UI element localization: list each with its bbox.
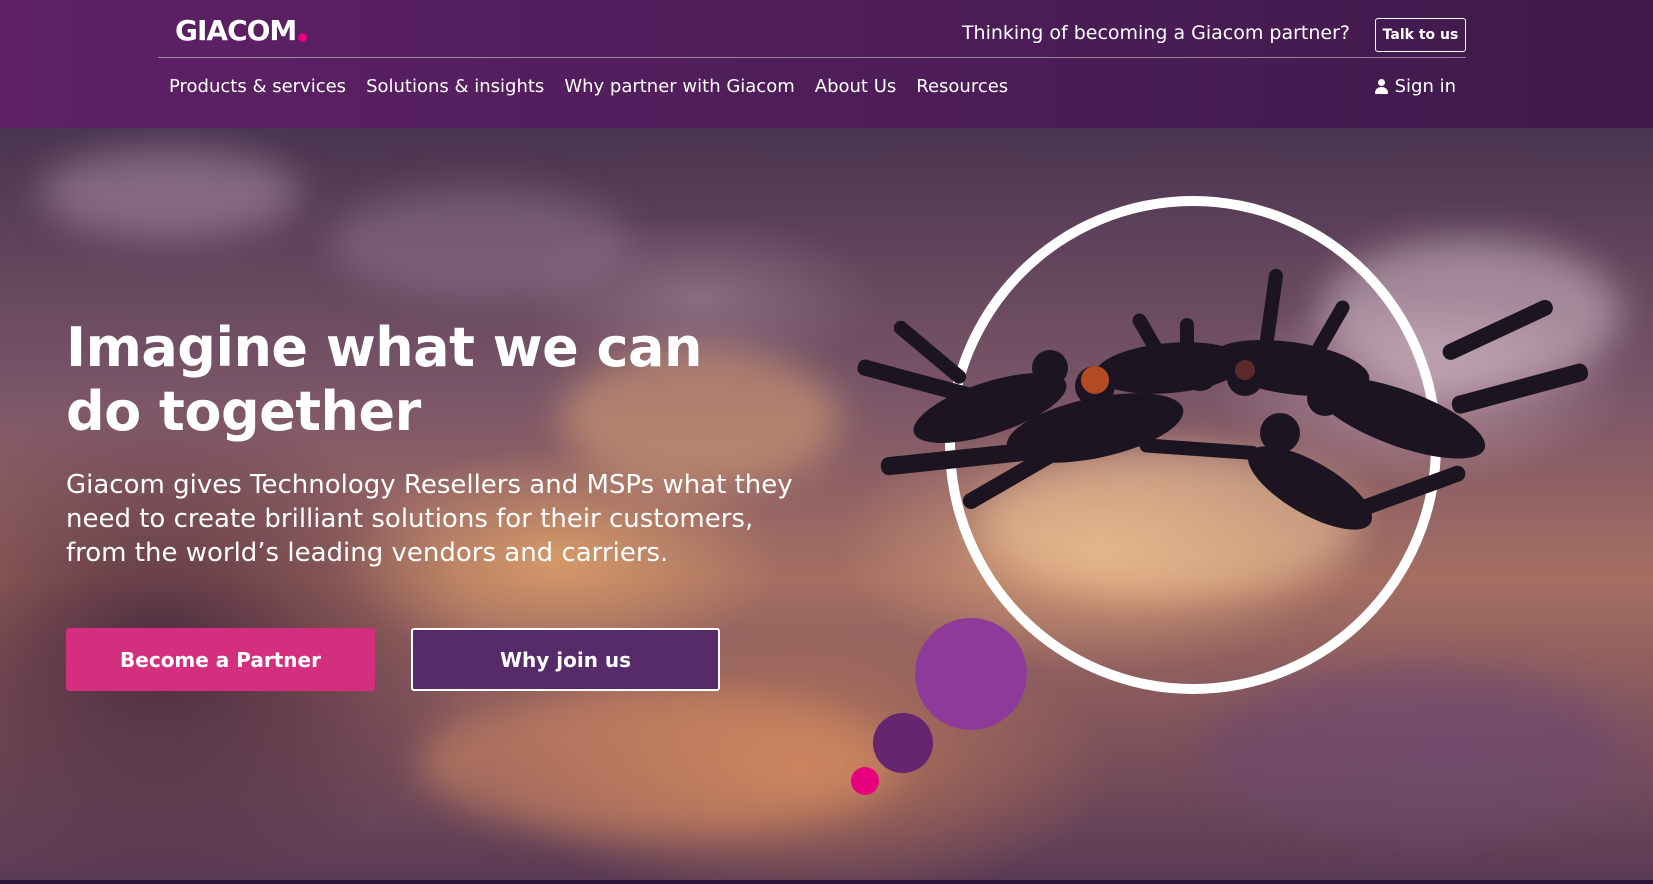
main-nav: Products & services Solutions & insights… (169, 76, 1008, 97)
logo-text: GIACOM (175, 14, 297, 47)
cloud-decoration (420, 688, 900, 838)
bubble-small-decoration (851, 767, 879, 795)
nav-item-about-us[interactable]: About Us (815, 76, 897, 97)
sign-in-link[interactable]: Sign in (1374, 76, 1456, 97)
cloud-decoration (1200, 668, 1620, 838)
cloud-decoration (40, 148, 300, 238)
become-partner-button[interactable]: Become a Partner (66, 628, 375, 691)
hero-description: Giacom gives Technology Resellers and MS… (66, 470, 793, 568)
nav-item-solutions-insights[interactable]: Solutions & insights (366, 76, 544, 97)
cloud-decoration (330, 188, 630, 298)
bubble-large-decoration (915, 618, 1027, 730)
sign-in-label: Sign in (1394, 76, 1456, 97)
partner-promo-text: Thinking of becoming a Giacom partner? (961, 22, 1350, 44)
nav-item-resources[interactable]: Resources (916, 76, 1008, 97)
skydivers-silhouette-image (857, 268, 1589, 530)
logo-dot-icon (298, 33, 308, 42)
why-join-us-button[interactable]: Why join us (411, 628, 720, 691)
bubble-medium-decoration (873, 713, 933, 773)
hero-section: Imagine what we can do together Giacom g… (0, 128, 1653, 880)
nav-item-why-partner[interactable]: Why partner with Giacom (564, 76, 794, 97)
nav-item-products-services[interactable]: Products & services (169, 76, 346, 97)
site-header: GIACOM Thinking of becoming a Giacom par… (0, 0, 1653, 128)
page-bottom-edge (0, 880, 1653, 884)
talk-to-us-button[interactable]: Talk to us (1375, 18, 1466, 52)
hero-title: Imagine what we can do together (66, 316, 702, 443)
user-icon (1374, 78, 1388, 95)
header-inner: GIACOM Thinking of becoming a Giacom par… (158, 0, 1466, 128)
header-divider (158, 57, 1466, 58)
giacom-logo[interactable]: GIACOM (175, 14, 308, 47)
